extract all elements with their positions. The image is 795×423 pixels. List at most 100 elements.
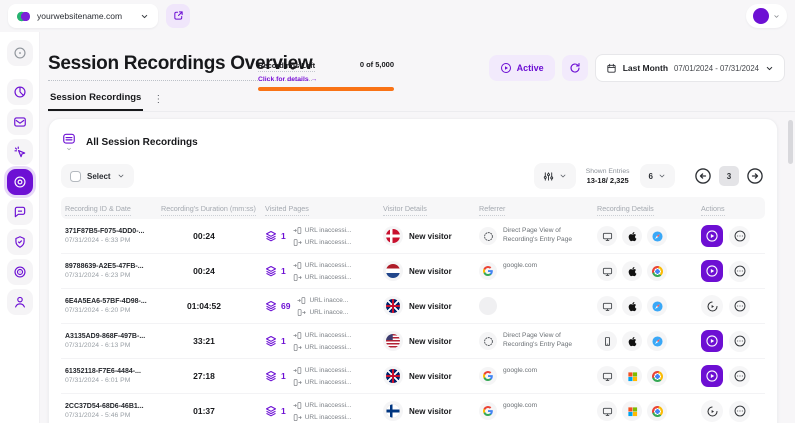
sidebar-item-gauge[interactable] <box>7 40 33 66</box>
exit-url[interactable]: URL inaccessi... <box>293 413 352 422</box>
country-flag-chip <box>383 401 403 421</box>
sidebar-item-shield-check[interactable] <box>7 229 33 255</box>
table-row[interactable]: 2CC37D54-68D6-46B1... 07/31/2024 - 5:46 … <box>61 394 765 423</box>
refresh-button[interactable] <box>562 55 588 81</box>
sidebar-item-user[interactable] <box>7 289 33 315</box>
shown-entries-value: 13-18/ 2,325 <box>586 176 630 185</box>
website-selector[interactable]: yourwebsitename.com <box>8 4 158 28</box>
entry-url[interactable]: URL inaccessi... <box>293 366 352 375</box>
visitor-type: New visitor <box>409 407 452 416</box>
sidebar-item-cursor-click[interactable] <box>7 139 33 165</box>
select-dropdown[interactable]: Select <box>61 164 134 188</box>
row-menu-button[interactable] <box>729 401 750 422</box>
table-row[interactable]: 61352118-F7E6-4484-... 07/31/2024 - 6:01… <box>61 359 765 394</box>
play-recording-button[interactable] <box>701 330 723 352</box>
exit-url[interactable]: URL inaccessi... <box>293 273 352 282</box>
country-flag-icon <box>386 264 400 278</box>
next-page-button[interactable] <box>745 166 765 186</box>
recording-details-cell <box>593 401 697 421</box>
sidebar-item-mail[interactable] <box>7 109 33 135</box>
open-website-button[interactable] <box>166 4 190 28</box>
device-icon <box>597 261 617 281</box>
tab-session-recordings[interactable]: Session Recordings <box>48 92 143 111</box>
date-range-picker[interactable]: Last Month 07/01/2024 - 07/31/2024 <box>595 54 785 82</box>
actions-cell <box>697 295 767 317</box>
referrer-text: google.com <box>503 402 537 411</box>
exit-url[interactable]: URL inacce... <box>297 308 348 317</box>
referrer-icon <box>479 297 497 315</box>
quota-details-link[interactable]: Click for details → <box>258 76 317 83</box>
external-link-icon <box>173 9 184 24</box>
visited-pages-cell: 69 URL inacce... URL inacce... <box>261 296 379 317</box>
period-label: Last Month <box>623 63 668 73</box>
country-flag-icon <box>386 299 400 313</box>
exit-url[interactable]: URL inaccessi... <box>293 378 352 387</box>
row-menu-button[interactable] <box>729 261 750 282</box>
row-menu-button[interactable] <box>729 366 750 387</box>
table-row[interactable]: A3135AD9-868F-497B-... 07/31/2024 - 6:13… <box>61 324 765 359</box>
referrer-icon <box>479 332 497 350</box>
recording-duration: 27:18 <box>157 371 261 381</box>
column-header: Actions <box>697 204 767 213</box>
entry-url[interactable]: URL inaccessi... <box>293 261 352 270</box>
browser-icon <box>647 261 667 281</box>
row-menu-button[interactable] <box>729 331 750 352</box>
recordings-quota: Recordings Left Click for details → 0 of… <box>258 55 394 91</box>
columns-filter-button[interactable] <box>534 163 576 189</box>
ellipsis-icon <box>733 299 747 313</box>
recording-id: 61352118-F7E6-4484-... <box>65 368 157 375</box>
prev-page-button[interactable] <box>693 166 713 186</box>
tab-menu-button[interactable]: ⋮ <box>153 94 163 111</box>
entry-url[interactable]: URL inaccessi... <box>293 401 352 410</box>
recording-details-cell <box>593 366 697 386</box>
sidebar-item-recording-camera[interactable] <box>7 169 33 195</box>
table-row[interactable]: 6E4A5EA6-57BF-4D98-... 07/31/2024 - 6:20… <box>61 289 765 324</box>
column-header: Referrer <box>475 204 593 213</box>
exit-url[interactable]: URL inaccessi... <box>293 343 352 352</box>
play-recording-button[interactable] <box>701 260 723 282</box>
row-menu-button[interactable] <box>729 226 750 247</box>
play-recording-button[interactable] <box>701 225 723 247</box>
card-header: All Session Recordings <box>61 129 765 155</box>
column-header: Recording's Duration (mm:ss) <box>157 204 261 213</box>
entry-page-icon <box>293 366 302 375</box>
select-checkbox[interactable] <box>70 171 81 182</box>
active-filter-button[interactable]: Active <box>489 55 555 81</box>
device-icon <box>597 331 617 351</box>
play-recording-button[interactable] <box>701 365 723 387</box>
country-flag-chip <box>383 366 403 386</box>
recording-id: A3135AD9-868F-497B-... <box>65 333 157 340</box>
recording-duration: 00:24 <box>157 231 261 241</box>
table-controls: Select Shown Entries <box>61 163 765 189</box>
recording-duration: 01:37 <box>157 406 261 416</box>
sidebar-item-pie-chart[interactable] <box>7 79 33 105</box>
scrollbar[interactable] <box>788 120 793 164</box>
recording-id-cell: 61352118-F7E6-4484-... 07/31/2024 - 6:01… <box>61 368 157 384</box>
referrer-text: Direct Page View of Recording's Entry Pa… <box>503 332 575 350</box>
chevron-down-icon <box>765 64 774 73</box>
referrer-text: google.com <box>503 262 537 271</box>
layers-icon <box>265 370 277 382</box>
table-row[interactable]: 89788639-A2E5-47FB-... 07/31/2024 - 6:23… <box>61 254 765 289</box>
os-icon <box>622 366 642 386</box>
table-row[interactable]: 371F87B5-F075-4DD0-... 07/31/2024 - 6:33… <box>61 219 765 254</box>
entry-url[interactable]: URL inaccessi... <box>293 331 352 340</box>
exit-page-icon <box>293 378 302 387</box>
page-size-select[interactable]: 6 <box>640 164 675 188</box>
sidebar-item-chat-bubble[interactable] <box>7 199 33 225</box>
entry-url[interactable]: URL inaccessi... <box>293 226 352 235</box>
referrer-icon <box>479 402 497 420</box>
user-menu[interactable] <box>746 4 787 28</box>
exit-url[interactable]: URL inaccessi... <box>293 238 352 247</box>
sidebar-item-target[interactable] <box>7 259 33 285</box>
play-recording-button[interactable] <box>701 295 723 317</box>
row-menu-button[interactable] <box>729 296 750 317</box>
device-icon <box>597 366 617 386</box>
country-flag-icon <box>386 334 400 348</box>
play-recording-button[interactable] <box>701 400 723 422</box>
recordings-icon <box>61 132 77 152</box>
ellipsis-icon <box>733 264 747 278</box>
ellipsis-icon <box>733 334 747 348</box>
visited-pages-cell: 1 URL inaccessi... URL inaccessi... <box>261 366 379 387</box>
entry-url[interactable]: URL inacce... <box>297 296 348 305</box>
